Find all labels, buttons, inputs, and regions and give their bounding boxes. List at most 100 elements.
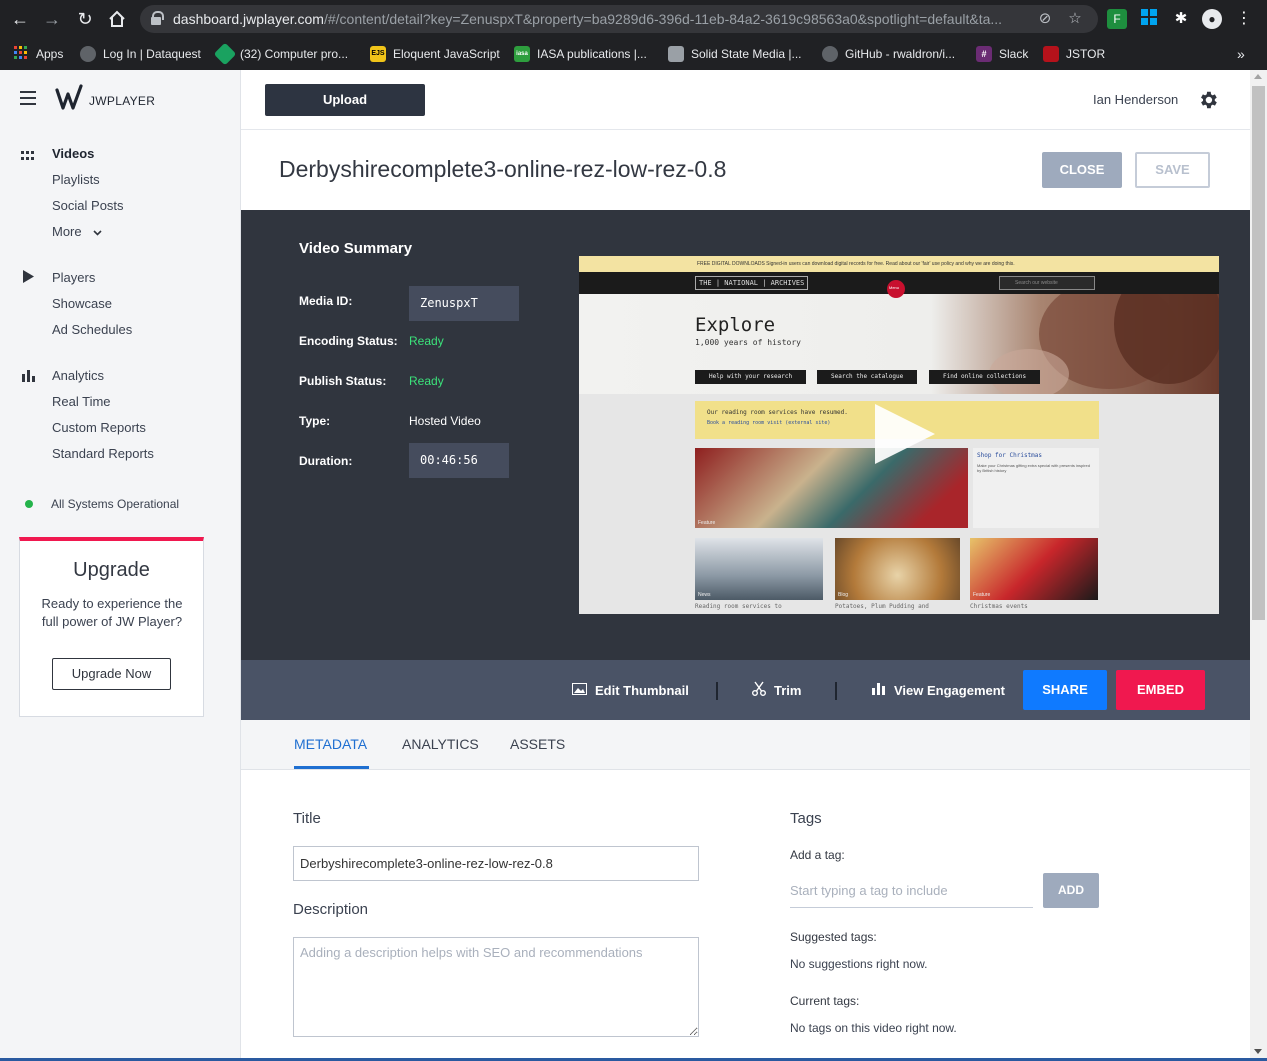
active-tab-indicator bbox=[294, 766, 369, 769]
edit-thumbnail-button[interactable]: Edit Thumbnail bbox=[572, 660, 689, 720]
scrollbar-thumb[interactable] bbox=[1252, 86, 1265, 620]
puzzle-icon[interactable]: ✱ bbox=[1171, 9, 1191, 29]
save-button[interactable]: SAVE bbox=[1135, 152, 1210, 188]
preview-caption-3: Christmas events bbox=[970, 603, 1028, 610]
preview-btn-research: Help with your research bbox=[695, 370, 807, 384]
upload-button[interactable]: Upload bbox=[265, 84, 425, 116]
action-bar: Edit Thumbnail Trim View Engagement SHAR… bbox=[241, 660, 1250, 720]
description-label: Description bbox=[293, 901, 369, 918]
bookmark-jstor[interactable]: JSTOR bbox=[1043, 44, 1105, 64]
nav-videos[interactable]: Videos bbox=[52, 146, 94, 161]
profile-avatar-icon[interactable]: ● bbox=[1202, 9, 1222, 29]
more-bookmarks-icon[interactable]: » bbox=[1237, 44, 1245, 64]
image-icon bbox=[572, 682, 587, 698]
tab-analytics[interactable]: ANALYTICS bbox=[402, 736, 479, 752]
upgrade-now-button[interactable]: Upgrade Now bbox=[52, 658, 171, 690]
page-title: Derbyshirecomplete3-online-rez-low-rez-0… bbox=[279, 156, 727, 182]
eye-off-icon[interactable]: ⊘ bbox=[1035, 9, 1055, 29]
tab-assets[interactable]: ASSETS bbox=[510, 736, 565, 752]
reload-icon[interactable]: ↻ bbox=[73, 7, 97, 31]
star-icon[interactable]: ☆ bbox=[1065, 9, 1085, 29]
scroll-down-arrow-icon[interactable] bbox=[1254, 1049, 1262, 1054]
duration-label: Duration: bbox=[299, 454, 353, 468]
add-tag-button[interactable]: ADD bbox=[1043, 873, 1099, 908]
home-icon[interactable] bbox=[105, 7, 129, 31]
video-summary-panel: Video Summary Media ID: ZenuspxT Encodin… bbox=[241, 210, 1250, 660]
bar-chart-icon bbox=[22, 369, 35, 387]
nav-ad-schedules[interactable]: Ad Schedules bbox=[52, 322, 132, 337]
duration-value: 00:46:56 bbox=[409, 443, 509, 478]
hamburger-menu-icon[interactable] bbox=[20, 91, 36, 105]
preview-caption-2: Potatoes, Plum Pudding and bbox=[835, 603, 929, 610]
tab-metadata[interactable]: METADATA bbox=[294, 736, 367, 752]
green-diamond-icon bbox=[213, 42, 237, 66]
media-id-value[interactable]: ZenuspxT bbox=[409, 286, 519, 321]
forward-arrow-icon[interactable]: → bbox=[40, 7, 64, 31]
bookmark-eloquent-js[interactable]: EJS Eloquent JavaScript bbox=[370, 44, 500, 64]
publish-status-value: Ready bbox=[409, 374, 444, 388]
extension-green-icon[interactable]: F bbox=[1107, 9, 1127, 29]
trim-button[interactable]: Trim bbox=[752, 660, 801, 720]
type-label: Type: bbox=[299, 414, 331, 428]
preview-hero-subtitle: 1,000 years of history bbox=[695, 338, 801, 347]
preview-tile-news: News bbox=[695, 538, 823, 600]
page-scrollbar[interactable] bbox=[1250, 70, 1267, 1061]
bookmark-github[interactable]: GitHub - rwaldron/i... bbox=[822, 44, 955, 64]
bookmarks-bar: Apps Log In | Dataquest (32) Computer pr… bbox=[0, 38, 1267, 70]
upgrade-title: Upgrade bbox=[73, 559, 150, 581]
current-tags-text: No tags on this video right now. bbox=[790, 1021, 957, 1035]
gear-icon[interactable] bbox=[1197, 89, 1219, 111]
lock-icon bbox=[151, 11, 164, 25]
scissors-icon bbox=[752, 681, 766, 699]
nav-showcase[interactable]: Showcase bbox=[52, 296, 112, 311]
nav-more-label: More bbox=[52, 224, 82, 239]
nav-more[interactable]: More bbox=[52, 224, 102, 239]
preview-menu-icon: Menu bbox=[887, 280, 905, 298]
preview-caption-1: Reading room services to bbox=[695, 603, 782, 610]
browser-chrome: ← → ↻ dashboard.jwplayer.com/#/content/d… bbox=[0, 0, 1267, 70]
video-preview[interactable]: FREE DIGITAL DOWNLOADS Signed-in users c… bbox=[579, 256, 1219, 614]
system-status[interactable]: All Systems Operational bbox=[51, 497, 179, 511]
description-field[interactable] bbox=[293, 937, 699, 1037]
bookmark-computer-pro[interactable]: (32) Computer pro... bbox=[213, 42, 348, 66]
nav-analytics[interactable]: Analytics bbox=[52, 368, 104, 383]
chrome-menu-icon[interactable]: ⋮ bbox=[1234, 9, 1254, 29]
windows-icon[interactable] bbox=[1139, 9, 1159, 29]
jw-logo-mark-icon bbox=[55, 83, 85, 119]
view-engagement-label: View Engagement bbox=[894, 682, 1006, 698]
bookmark-slack[interactable]: # Slack bbox=[976, 44, 1028, 64]
back-arrow-icon[interactable]: ← bbox=[8, 7, 32, 31]
nav-playlists[interactable]: Playlists bbox=[52, 172, 100, 187]
brand-name: JWPLAYER bbox=[89, 94, 156, 108]
nav-players[interactable]: Players bbox=[52, 270, 95, 285]
bookmark-dataquest[interactable]: Log In | Dataquest bbox=[80, 44, 201, 64]
nav-custom-reports[interactable]: Custom Reports bbox=[52, 420, 146, 435]
bar-chart-icon bbox=[872, 682, 886, 698]
jwplayer-logo[interactable]: JWPLAYER bbox=[55, 83, 156, 119]
view-engagement-button[interactable]: View Engagement bbox=[872, 660, 1005, 720]
github-icon bbox=[822, 46, 838, 62]
bookmark-iasa[interactable]: iasa IASA publications |... bbox=[514, 44, 647, 64]
dataquest-icon bbox=[80, 46, 96, 62]
iasa-icon: iasa bbox=[514, 46, 530, 62]
nav-standard-reports[interactable]: Standard Reports bbox=[52, 446, 154, 461]
bookmark-solid-state-media[interactable]: Solid State Media |... bbox=[668, 44, 802, 64]
tag-input[interactable] bbox=[790, 873, 1033, 908]
user-name[interactable]: Ian Henderson bbox=[1093, 92, 1178, 107]
title-field[interactable] bbox=[293, 846, 699, 881]
address-bar[interactable]: dashboard.jwplayer.com/#/content/detail?… bbox=[140, 5, 1098, 33]
embed-button[interactable]: EMBED bbox=[1116, 670, 1205, 710]
bookmark-apps[interactable]: Apps bbox=[13, 44, 63, 64]
share-button[interactable]: SHARE bbox=[1023, 670, 1107, 710]
grid-icon bbox=[21, 148, 35, 166]
slack-icon: # bbox=[976, 46, 992, 62]
play-icon bbox=[23, 270, 34, 288]
play-button-icon[interactable] bbox=[875, 404, 935, 464]
nav-real-time[interactable]: Real Time bbox=[52, 394, 111, 409]
top-bar: Upload Ian Henderson bbox=[241, 70, 1250, 130]
media-id-label: Media ID: bbox=[299, 294, 353, 308]
nav-social-posts[interactable]: Social Posts bbox=[52, 198, 124, 213]
scroll-up-arrow-icon[interactable] bbox=[1254, 74, 1262, 79]
sidebar: JWPLAYER Videos Playlists Social Posts M… bbox=[0, 70, 241, 1061]
close-button[interactable]: CLOSE bbox=[1042, 152, 1122, 188]
